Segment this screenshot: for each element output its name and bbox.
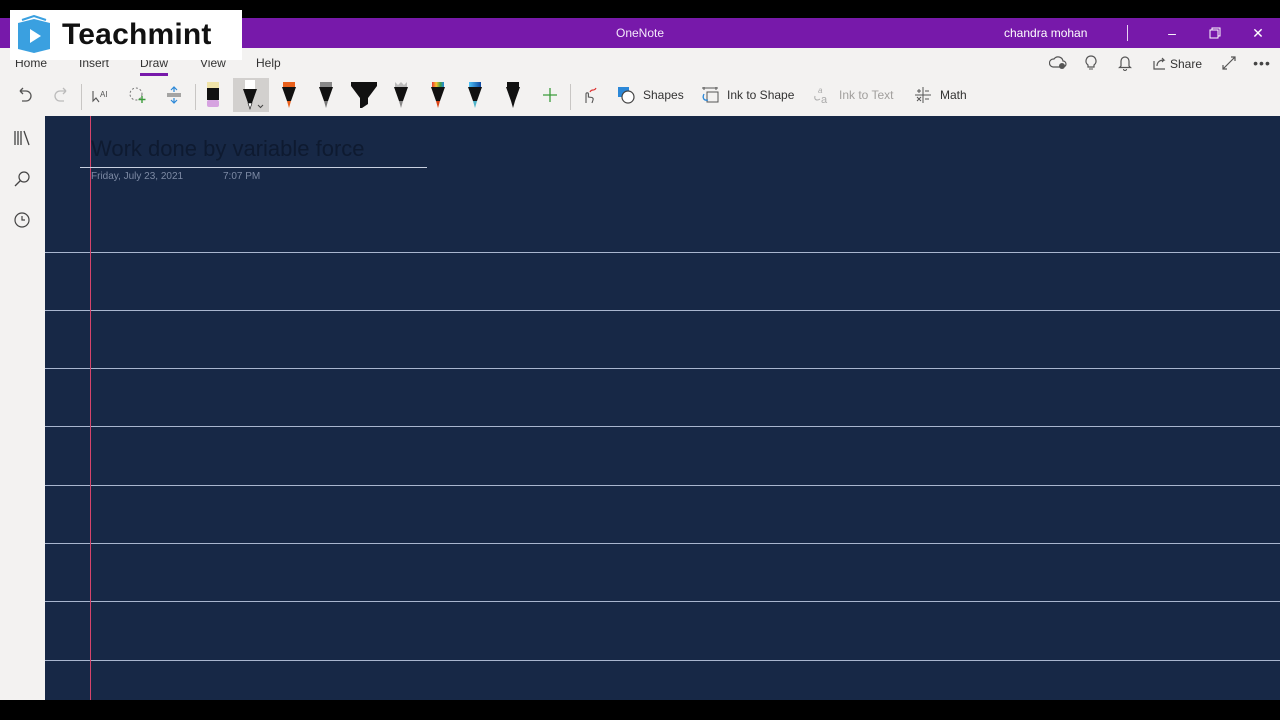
lasso-add-icon	[129, 87, 146, 103]
draw-with-touch-button[interactable]	[577, 78, 601, 112]
more-options-button[interactable]: •••	[1250, 53, 1274, 73]
close-button[interactable]: ✕	[1244, 22, 1272, 44]
pen-ocean-icon	[468, 82, 482, 108]
ink-to-shape-button[interactable]: Ink to Shape	[701, 78, 801, 112]
type-select-button[interactable]: AI	[88, 78, 112, 112]
rule-line	[45, 426, 1280, 427]
pen-galaxy-button[interactable]	[389, 78, 413, 112]
page-title[interactable]: Work done by variable force	[91, 136, 365, 162]
share-label[interactable]: Share	[1170, 57, 1202, 71]
undo-button[interactable]	[12, 78, 36, 112]
pen-black-selected-button[interactable]	[233, 78, 269, 112]
pen-orange-button[interactable]	[277, 78, 301, 112]
bell-icon	[1118, 56, 1132, 71]
brand-name: Teachmint	[62, 18, 212, 51]
left-navigation	[0, 116, 45, 700]
search-icon	[14, 171, 30, 187]
screen-bottom-bar	[0, 700, 1280, 720]
rule-line	[45, 252, 1280, 253]
math-button[interactable]: Math	[914, 78, 974, 112]
sync-status-button[interactable]	[1046, 53, 1070, 73]
toolbar-separator	[81, 84, 82, 110]
shapes-button[interactable]: Shapes	[617, 78, 687, 112]
title-separator	[1127, 25, 1128, 41]
page-time: 7:07 PM	[223, 171, 261, 182]
rule-line	[45, 368, 1280, 369]
margin-line	[90, 116, 91, 700]
ink-to-text-icon: aa	[814, 86, 828, 104]
eraser-button[interactable]	[202, 78, 224, 112]
rule-line	[45, 601, 1280, 602]
ink-to-shape-label: Ink to Shape	[727, 88, 795, 102]
pen-rainbow-icon	[431, 82, 445, 108]
insert-space-button[interactable]	[162, 78, 186, 112]
restore-icon	[1209, 27, 1221, 39]
lightbulb-icon	[1085, 55, 1097, 70]
cloud-check-icon	[1049, 56, 1067, 69]
clock-icon	[14, 212, 30, 228]
math-label: Math	[940, 88, 967, 102]
restore-button[interactable]	[1201, 22, 1229, 44]
notifications-button[interactable]	[1113, 53, 1137, 73]
pen-black-2-icon	[506, 82, 520, 108]
lasso-select-button[interactable]	[126, 78, 150, 112]
page-date: Friday, July 23, 2021	[91, 171, 184, 182]
highlighter-black-button[interactable]	[348, 78, 380, 112]
pen-ocean-button[interactable]	[463, 78, 487, 112]
ink-to-shape-icon	[702, 87, 719, 103]
notebooks-icon	[14, 130, 30, 146]
pen-gray-button[interactable]	[314, 78, 338, 112]
redo-button[interactable]	[50, 78, 74, 112]
pen-orange-icon	[282, 82, 296, 108]
active-tab-indicator	[140, 73, 168, 76]
user-name[interactable]: chandra mohan	[1004, 26, 1087, 40]
pen-rainbow-button[interactable]	[426, 78, 450, 112]
touch-draw-icon	[585, 87, 597, 104]
search-button[interactable]	[10, 167, 34, 191]
minimize-icon: –	[1168, 25, 1176, 41]
rule-line	[45, 543, 1280, 544]
notebooks-button[interactable]	[10, 126, 34, 150]
pen-gray-icon	[319, 82, 333, 108]
teachmint-watermark: Teachmint	[10, 10, 242, 60]
ink-to-text-label: Ink to Text	[839, 88, 894, 102]
title-underline	[80, 167, 427, 168]
shapes-label: Shapes	[643, 88, 684, 102]
tab-help[interactable]: Help	[256, 56, 281, 70]
minimize-button[interactable]: –	[1158, 22, 1186, 44]
shapes-icon	[618, 87, 635, 104]
toolbar-separator	[195, 84, 196, 110]
rule-line	[45, 310, 1280, 311]
math-icon	[915, 87, 931, 103]
eraser-icon	[207, 82, 219, 107]
fullscreen-button[interactable]	[1217, 53, 1241, 73]
lasso-select-text-icon: AI	[92, 90, 108, 103]
plus-icon	[543, 88, 557, 102]
svg-text:a: a	[821, 94, 828, 104]
redo-icon	[54, 87, 67, 102]
pen-black-icon	[243, 80, 264, 110]
ink-to-text-button[interactable]: aa Ink to Text	[813, 78, 903, 112]
expand-icon	[1222, 56, 1236, 70]
close-icon: ✕	[1252, 24, 1264, 41]
undo-icon	[19, 87, 32, 102]
rule-line	[45, 660, 1280, 661]
page-canvas[interactable]: Work done by variable force Friday, July…	[45, 116, 1280, 700]
highlighter-icon	[351, 82, 377, 108]
tell-me-button[interactable]	[1079, 53, 1103, 73]
teachmint-logo-icon	[18, 15, 50, 53]
rule-line	[45, 485, 1280, 486]
more-icon: •••	[1253, 55, 1271, 71]
pen-galaxy-icon	[394, 82, 408, 108]
pen-black-2-button[interactable]	[501, 78, 525, 112]
share-icon	[1153, 57, 1166, 70]
svg-text:AI: AI	[100, 90, 108, 99]
add-pen-button[interactable]	[538, 78, 562, 112]
share-button[interactable]	[1148, 53, 1172, 73]
toolbar-separator	[570, 84, 571, 110]
recent-notes-button[interactable]	[10, 208, 34, 232]
insert-space-icon	[167, 86, 181, 104]
